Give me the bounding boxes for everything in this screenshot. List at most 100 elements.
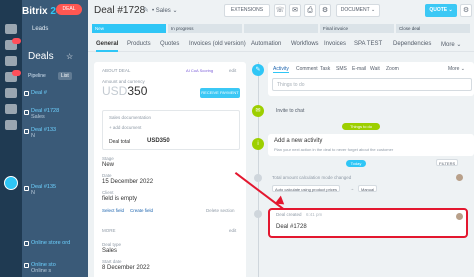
stage-final-invoice[interactable]: Final invoice	[320, 24, 394, 33]
gear-icon[interactable]: ⚙	[460, 4, 472, 17]
amount-changed-text: Total amount calculation mode changed	[272, 175, 352, 180]
crm-icon[interactable]	[5, 88, 17, 98]
tab-activity-more[interactable]: More ⌄	[448, 66, 465, 72]
pipeline-selector[interactable]: • Sales ⌄	[152, 7, 178, 14]
user-avatar[interactable]	[4, 176, 18, 190]
amount-value[interactable]: USD350	[102, 84, 147, 98]
mail-icon[interactable]: ✉	[289, 4, 301, 17]
extensions-button[interactable]: EXTENSIONS	[224, 4, 270, 17]
add-activity-title[interactable]: Add a new activity	[274, 138, 322, 144]
deal-total-label: Deal total	[109, 139, 131, 145]
list-item[interactable]: Online sto Online s	[31, 262, 56, 274]
row-checkbox[interactable]	[24, 263, 29, 268]
star-icon[interactable]: ☆	[66, 52, 73, 61]
info-icon	[254, 210, 262, 218]
more-section-title: MORE	[102, 228, 116, 233]
deals-title: Deals	[28, 51, 54, 62]
ai-scoring-badge[interactable]: AI CoA Scoring	[186, 68, 213, 73]
type-label: Deal type	[102, 242, 122, 247]
notification-badge	[12, 38, 21, 44]
select-field-link[interactable]: Select field	[102, 208, 124, 213]
date-value[interactable]: 15 December 2022	[102, 179, 153, 185]
tab-more[interactable]: More ⌄	[441, 41, 461, 48]
quote-button[interactable]: QUOTE ⌄	[425, 4, 457, 17]
feed-icon[interactable]	[5, 24, 17, 34]
stage-in-progress[interactable]: In progress	[168, 24, 242, 33]
tab-sms[interactable]: SMS	[336, 66, 347, 72]
tab-spa-test[interactable]: SPA TEST	[354, 41, 382, 47]
tab-zoom[interactable]: Zoom	[386, 66, 399, 72]
tab-workflows[interactable]: Workflows	[291, 41, 319, 47]
pipeline-label[interactable]: Pipeline	[28, 73, 46, 79]
stage-new[interactable]: New	[92, 24, 166, 33]
list-item[interactable]: Deal #1728 Sales	[31, 108, 59, 120]
stage-blank[interactable]	[244, 24, 318, 33]
add-activity-hint: Plan your next action in the deal to nev…	[274, 147, 394, 152]
deal-created-title[interactable]: Deal #1728	[276, 224, 307, 230]
client-value[interactable]: field is empty	[102, 196, 137, 202]
about-deal-card: ABOUT DEAL AI CoA Scoring edit Amount an…	[94, 62, 246, 277]
tab-comment[interactable]: Comment	[296, 66, 318, 72]
tab-activity[interactable]: Activity	[273, 66, 289, 73]
app-rail	[0, 0, 22, 277]
doc-label: Sales documentation	[109, 115, 152, 120]
manual-chip: Manual	[358, 185, 378, 192]
tab-wait[interactable]: Wait	[370, 66, 380, 72]
list-view-tab[interactable]: List	[58, 72, 72, 80]
stage-value[interactable]: New	[102, 162, 114, 168]
filter-button[interactable]: FILTERS	[436, 159, 459, 166]
create-field-link[interactable]: Create field	[130, 208, 153, 213]
phone-icon[interactable]: ☏	[274, 4, 286, 17]
active-tab-indicator	[96, 50, 118, 52]
tab-dependencies[interactable]: Dependencies	[393, 41, 431, 47]
more-edit-link[interactable]: edit	[229, 228, 236, 233]
edit-link[interactable]: edit	[229, 68, 236, 73]
crm-pill[interactable]: DEAL	[56, 4, 82, 15]
tab-automation[interactable]: Automation	[251, 41, 281, 47]
settings-icon[interactable]: ⚙	[319, 4, 331, 17]
print-icon[interactable]: ⎙	[304, 4, 316, 17]
delete-section-link[interactable]: Delete section	[206, 208, 235, 213]
tab-quotes[interactable]: Quotes	[160, 41, 179, 47]
tab-invoices[interactable]: Invoices	[324, 41, 346, 47]
section-title: ABOUT DEAL	[102, 68, 131, 73]
tab-email[interactable]: E-mail	[352, 66, 366, 72]
todo-input[interactable]: Things to do	[272, 78, 472, 91]
stage-bar: New In progress Final invoice Close deal	[92, 24, 472, 33]
deal-created-time: 6:41 pm	[306, 212, 323, 217]
stage-label: Stage	[102, 156, 114, 161]
tab-general[interactable]: General	[96, 41, 118, 47]
tasks-icon[interactable]	[5, 56, 17, 66]
deal-created-record[interactable]: Deal created 6:41 pm Deal #1728	[268, 208, 468, 238]
list-item[interactable]: Deal #133 N	[31, 127, 56, 139]
timeline-line	[258, 62, 259, 277]
invite-chat-link[interactable]: Invite to chat	[276, 108, 304, 114]
add-document-link[interactable]: + add document	[109, 125, 141, 130]
sites-icon[interactable]	[5, 120, 17, 130]
row-checkbox[interactable]	[24, 129, 29, 134]
receive-payment-button[interactable]: RECEIVE PAYMENT	[200, 88, 240, 98]
tab-task[interactable]: Task	[320, 66, 330, 72]
row-checkbox[interactable]	[24, 110, 29, 115]
tab-bar: General Products Quotes Invoices (old ve…	[88, 38, 474, 52]
chat-icon: ✉	[252, 105, 264, 117]
list-item[interactable]: Deal #	[31, 90, 47, 96]
type-value[interactable]: Sales	[102, 248, 117, 254]
list-item[interactable]: Deal #135 N	[31, 184, 56, 196]
stage-close-deal[interactable]: Close deal	[396, 24, 470, 33]
drive-icon[interactable]	[5, 104, 17, 114]
add-activity-card[interactable]: Add a new activity Plan your next action…	[268, 134, 474, 156]
start-date-value[interactable]: 8 December 2022	[102, 265, 150, 271]
document-button[interactable]: DOCUMENT ⌄	[336, 4, 380, 17]
row-checkbox[interactable]	[24, 186, 29, 191]
menu-item-leads[interactable]: Leads	[32, 26, 48, 32]
row-checkbox[interactable]	[24, 241, 29, 246]
pencil-icon[interactable]: ✎	[143, 6, 149, 14]
list-item[interactable]: Online store ord	[31, 240, 70, 246]
tab-products[interactable]: Products	[127, 41, 151, 47]
avatar	[456, 213, 463, 220]
row-checkbox[interactable]	[24, 91, 29, 96]
start-date-label: Start date	[102, 259, 122, 264]
tab-invoices-old[interactable]: Invoices (old version)	[189, 41, 246, 47]
date-label: Date	[102, 173, 112, 178]
